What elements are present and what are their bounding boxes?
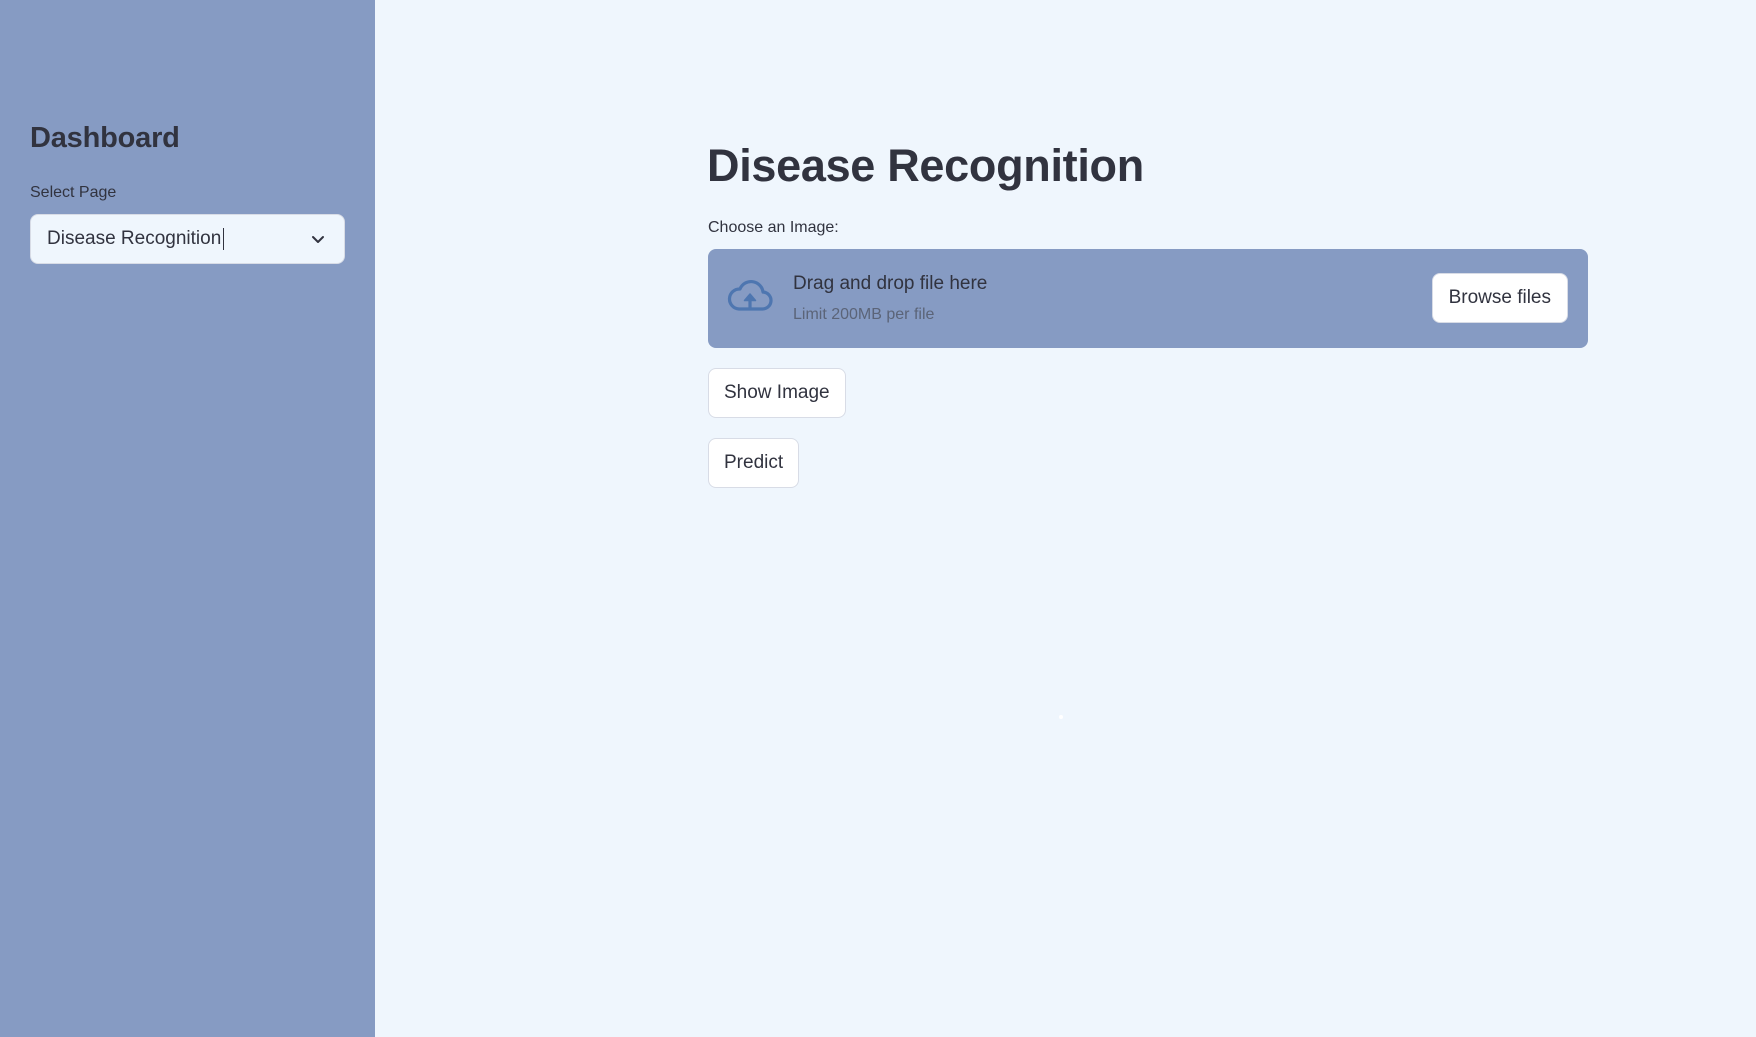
app-window: Dashboard Select Page Disease Recognitio… [0, 0, 1756, 1037]
text-cursor [223, 227, 225, 250]
sidebar-title: Dashboard [30, 122, 180, 154]
page-select-value-text: Disease Recognition [47, 228, 222, 249]
predict-button[interactable]: Predict [708, 438, 800, 488]
dropzone-limit: Limit 200MB per file [793, 306, 935, 323]
file-dropzone[interactable]: Drag and drop file here Limit 200MB per … [708, 249, 1588, 348]
select-page-label: Select Page [30, 184, 117, 201]
show-image-button[interactable]: Show Image [708, 368, 846, 418]
dropzone-instructions: Drag and drop file here [793, 273, 988, 294]
cloud-upload-icon [726, 277, 774, 317]
page-select-value: Disease Recognition [47, 227, 308, 250]
chevron-down-icon[interactable] [308, 229, 328, 249]
decorative-dot [1059, 715, 1063, 719]
browse-files-button[interactable]: Browse files [1431, 273, 1568, 323]
sidebar: Dashboard Select Page Disease Recognitio… [0, 0, 375, 1037]
uploader-label: Choose an Image: [708, 219, 839, 236]
page-title: Disease Recognition [707, 140, 1144, 191]
page-select[interactable]: Disease Recognition [30, 214, 345, 264]
